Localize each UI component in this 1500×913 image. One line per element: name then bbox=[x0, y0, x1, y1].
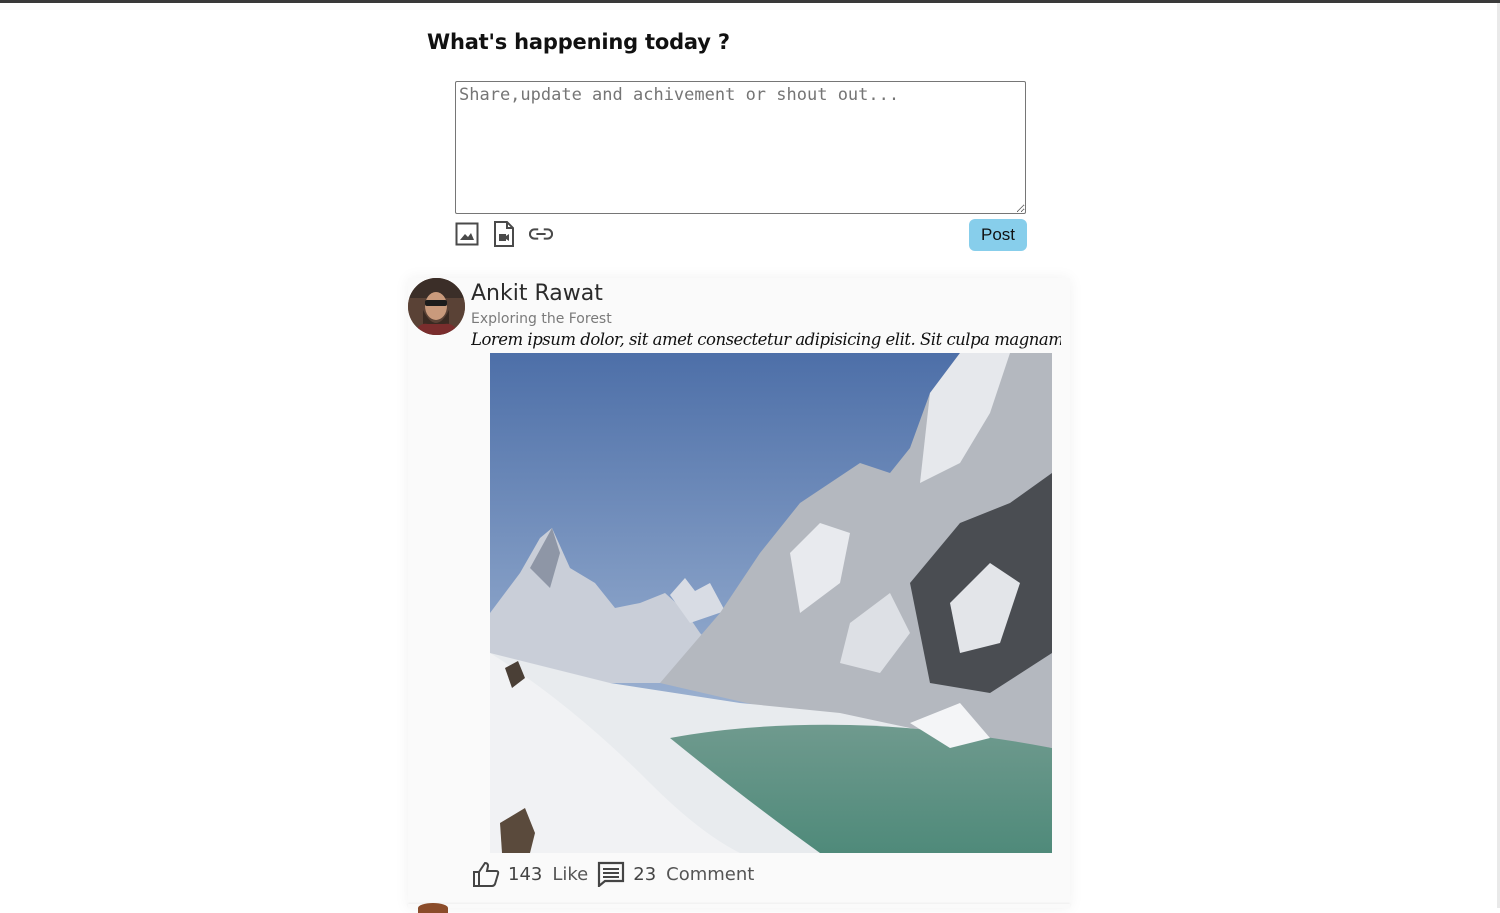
composer-title: What's happening today ? bbox=[427, 30, 730, 54]
composer-toolbar bbox=[455, 220, 553, 248]
author-subtitle: Exploring the Forest bbox=[471, 311, 612, 327]
post-actions: 143 Like 23 Comment bbox=[471, 858, 754, 890]
next-post-avatar[interactable] bbox=[418, 903, 448, 913]
post-button[interactable]: Post bbox=[969, 219, 1027, 251]
author-name[interactable]: Ankit Rawat bbox=[471, 281, 603, 306]
thumbs-up-icon[interactable] bbox=[471, 859, 501, 889]
document-icon[interactable] bbox=[492, 220, 516, 248]
link-icon[interactable] bbox=[529, 220, 553, 248]
like-count: 143 bbox=[508, 863, 543, 885]
comment-count: 23 bbox=[633, 863, 657, 885]
avatar[interactable] bbox=[408, 278, 465, 335]
next-post-card bbox=[408, 904, 1070, 908]
post-image[interactable] bbox=[490, 353, 1052, 853]
post-input[interactable] bbox=[455, 81, 1026, 214]
top-border bbox=[0, 0, 1500, 3]
image-icon[interactable] bbox=[455, 220, 479, 248]
post-text: Lorem ipsum dolor, sit amet consectetur … bbox=[471, 330, 1061, 349]
like-button[interactable]: Like bbox=[552, 864, 588, 885]
comment-button[interactable]: Comment bbox=[666, 864, 754, 885]
comment-icon[interactable] bbox=[596, 859, 626, 889]
